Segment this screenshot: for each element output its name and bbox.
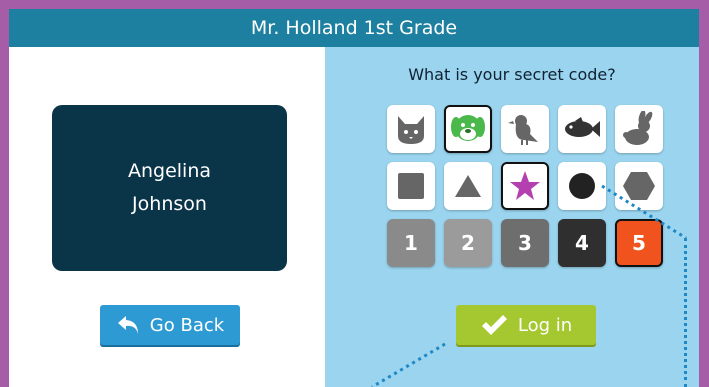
callout-lines bbox=[371, 184, 687, 387]
